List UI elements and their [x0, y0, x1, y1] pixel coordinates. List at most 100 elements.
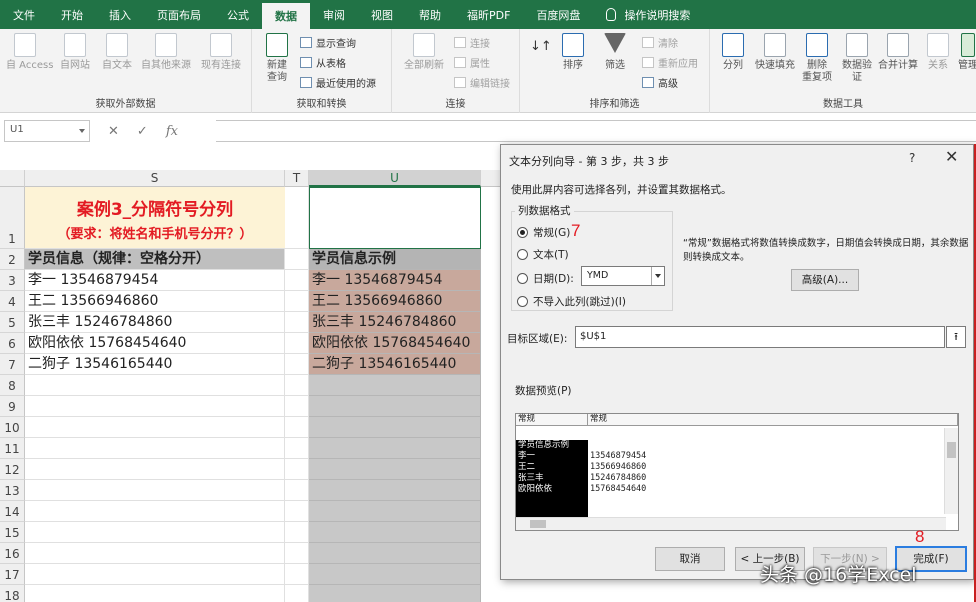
cell-u-empty[interactable] [309, 459, 481, 480]
from-text-button[interactable]: 自文本 [98, 33, 136, 72]
close-icon[interactable]: ✕ [945, 147, 958, 166]
enter-entry-icon[interactable]: ✓ [137, 124, 148, 139]
tab-data[interactable]: 数据 [262, 0, 310, 29]
cell-t-empty[interactable] [285, 480, 309, 501]
cancel-button[interactable]: 取消 [655, 547, 725, 571]
collapse-dialog-icon[interactable]: ⭱ [946, 326, 966, 348]
name-box[interactable]: U1 [4, 120, 90, 142]
text-to-columns-button[interactable]: 分列 [714, 33, 752, 72]
row-header[interactable]: 10 [0, 417, 25, 438]
cell-s-empty[interactable] [25, 564, 285, 585]
cell-u-data[interactable]: 王二 13566946860 [309, 291, 481, 312]
cell-t1[interactable] [285, 187, 309, 249]
column-header-v[interactable] [481, 170, 501, 187]
properties-button[interactable]: 属性 [454, 55, 490, 70]
cell-s-data[interactable]: 欧阳依依 15768454640 [25, 333, 285, 354]
cell-s-data[interactable]: 张三丰 15246784860 [25, 312, 285, 333]
edit-links-button[interactable]: 编辑链接 [454, 75, 510, 90]
row-header[interactable]: 15 [0, 522, 25, 543]
cell-u-empty[interactable] [309, 375, 481, 396]
tell-me-search[interactable]: 操作说明搜索 [593, 0, 703, 29]
reapply-button[interactable]: 重新应用 [642, 55, 698, 70]
tab-help[interactable]: 帮助 [406, 0, 454, 29]
from-web-button[interactable]: 自网站 [56, 33, 94, 72]
cell-u-data[interactable]: 二狗子 13546165440 [309, 354, 481, 375]
cell-u-empty[interactable] [309, 564, 481, 585]
cell-t-empty[interactable] [285, 396, 309, 417]
preview-vertical-scrollbar[interactable] [944, 428, 958, 514]
cell-u1-selected[interactable] [309, 187, 481, 249]
cell-s-data[interactable]: 王二 13566946860 [25, 291, 285, 312]
recent-sources-button[interactable]: 最近使用的源 [300, 75, 376, 90]
radio-skip-column[interactable]: 不导入此列(跳过)(I) [517, 294, 626, 309]
cell-u-data[interactable]: 李一 13546879454 [309, 270, 481, 291]
radio-text[interactable]: 文本(T) [517, 247, 569, 262]
remove-duplicates-button[interactable]: 删除 重复项 [798, 33, 836, 84]
cell-t-empty[interactable] [285, 522, 309, 543]
row-header[interactable]: 9 [0, 396, 25, 417]
cell-s-empty[interactable] [25, 480, 285, 501]
tab-home[interactable]: 开始 [48, 0, 96, 29]
row-header[interactable]: 4 [0, 291, 25, 312]
sort-button[interactable]: 排序 [554, 33, 592, 72]
tab-baidu-netdisk[interactable]: 百度网盘 [523, 0, 593, 29]
cell-s2-header[interactable]: 学员信息（规律：空格分开） [25, 249, 285, 270]
show-queries-button[interactable]: 显示查询 [300, 35, 356, 50]
relationships-button[interactable]: 关系 [922, 33, 954, 72]
cell-s-empty[interactable] [25, 522, 285, 543]
cell-t-empty[interactable] [285, 417, 309, 438]
tab-foxit-pdf[interactable]: 福昕PDF [454, 0, 523, 29]
radio-general[interactable]: 常规(G) [517, 225, 570, 240]
refresh-all-button[interactable]: 全部刷新 [398, 33, 450, 72]
cell-t-empty[interactable] [285, 333, 309, 354]
cell-s-empty[interactable] [25, 417, 285, 438]
cell-s-data[interactable]: 二狗子 13546165440 [25, 354, 285, 375]
cell-s-empty[interactable] [25, 459, 285, 480]
row-header[interactable]: 12 [0, 459, 25, 480]
scroll-thumb[interactable] [947, 442, 956, 458]
advanced-filter-button[interactable]: 高级 [642, 75, 678, 90]
cell-u-empty[interactable] [309, 417, 481, 438]
insert-function-icon[interactable]: fx [166, 124, 178, 139]
cell-t-empty[interactable] [285, 585, 309, 602]
cell-u-data[interactable]: 张三丰 15246784860 [309, 312, 481, 333]
row-header[interactable]: 18 [0, 585, 25, 602]
cell-u-empty[interactable] [309, 585, 481, 602]
cell-t-empty[interactable] [285, 564, 309, 585]
row-header[interactable]: 1 [0, 187, 25, 249]
consolidate-button[interactable]: 合并计算 [876, 33, 920, 72]
filter-button[interactable]: 筛选 [596, 33, 634, 72]
row-header[interactable]: 17 [0, 564, 25, 585]
cell-u2-header[interactable]: 学员信息示例 [309, 249, 481, 270]
cell-t2[interactable] [285, 249, 309, 270]
manage-data-model-button[interactable]: 管理 [956, 33, 976, 72]
cell-t-empty[interactable] [285, 354, 309, 375]
cell-u-empty[interactable] [309, 522, 481, 543]
cell-s-data[interactable]: 李一 13546879454 [25, 270, 285, 291]
data-preview[interactable]: 常规 常规 学员信息示例 李一 13546879454 王二 13566946860 张三… [515, 413, 959, 531]
tab-formulas[interactable]: 公式 [214, 0, 262, 29]
flash-fill-button[interactable]: 快速填充 [752, 33, 798, 72]
cell-t-empty[interactable] [285, 543, 309, 564]
cell-u-empty[interactable] [309, 501, 481, 522]
clear-button[interactable]: 清除 [642, 35, 678, 50]
row-header[interactable]: 5 [0, 312, 25, 333]
row-header[interactable]: 8 [0, 375, 25, 396]
help-icon[interactable]: ? [909, 151, 915, 165]
column-header-s[interactable]: S [25, 170, 285, 187]
case-title-cell[interactable]: 案例3_分隔符号分列 （要求：将姓名和手机号分开？） [25, 187, 285, 249]
data-validation-button[interactable]: 数据验 证 [836, 33, 878, 84]
cell-u-empty[interactable] [309, 438, 481, 459]
row-header[interactable]: 14 [0, 501, 25, 522]
cell-s-empty[interactable] [25, 501, 285, 522]
row-header[interactable]: 13 [0, 480, 25, 501]
advanced-button[interactable]: 高级(A)... [791, 269, 859, 291]
cell-s-empty[interactable] [25, 543, 285, 564]
tab-file[interactable]: 文件 [0, 0, 48, 29]
cell-u-empty[interactable] [309, 480, 481, 501]
from-other-sources-button[interactable]: 自其他来源 [140, 33, 192, 72]
tab-page-layout[interactable]: 页面布局 [144, 0, 214, 29]
row-header[interactable]: 16 [0, 543, 25, 564]
cell-t-empty[interactable] [285, 501, 309, 522]
column-header-t[interactable]: T [285, 170, 309, 187]
